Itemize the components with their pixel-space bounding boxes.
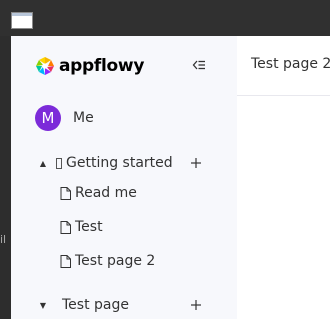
avatar[interactable]: M — [35, 105, 61, 131]
brand-name: appflowy — [59, 56, 145, 76]
page-icon — [60, 220, 71, 234]
page-header: Test page 2 — [237, 36, 330, 96]
sidebar-section-getting-started[interactable]: ▲ Getting started — [38, 152, 173, 174]
sidebar-item-label: Read me — [75, 185, 137, 201]
collapse-sidebar-icon[interactable] — [192, 58, 206, 72]
user-profile[interactable]: M Me — [35, 105, 94, 131]
sidebar-item-test-page-2[interactable]: Test page 2 — [60, 250, 155, 272]
section-label: Getting started — [66, 155, 173, 171]
brand-logo: appflowy — [35, 55, 144, 77]
page-icon — [60, 186, 71, 200]
appflowy-logo-icon — [36, 57, 54, 75]
app-window: appflowy M Me ▲ Getting started Read me … — [11, 36, 330, 319]
window-titlebar[interactable] — [0, 0, 330, 36]
missing-glyph-icon — [56, 157, 62, 169]
page-title: Test page 2 — [251, 56, 330, 72]
chevron-up-icon[interactable]: ▲ — [38, 159, 48, 168]
add-page-icon[interactable] — [190, 157, 202, 169]
desktop-background: il — [0, 0, 11, 319]
window-icon — [11, 12, 33, 29]
sidebar-item-test[interactable]: Test — [60, 216, 103, 238]
chevron-down-icon[interactable]: ▼ — [38, 301, 48, 310]
add-page-icon[interactable] — [190, 299, 202, 311]
sidebar-item-label: Test page 2 — [75, 253, 156, 269]
section-label: Test page — [62, 297, 129, 313]
desktop-edge-text: il — [0, 233, 7, 246]
page-icon — [60, 254, 71, 268]
sidebar-item-read-me[interactable]: Read me — [60, 182, 137, 204]
sidebar: appflowy M Me ▲ Getting started Read me … — [11, 36, 237, 319]
sidebar-section-test-page[interactable]: ▼ Test page — [38, 294, 129, 316]
user-name: Me — [73, 110, 94, 126]
sidebar-item-label: Test — [75, 219, 103, 235]
